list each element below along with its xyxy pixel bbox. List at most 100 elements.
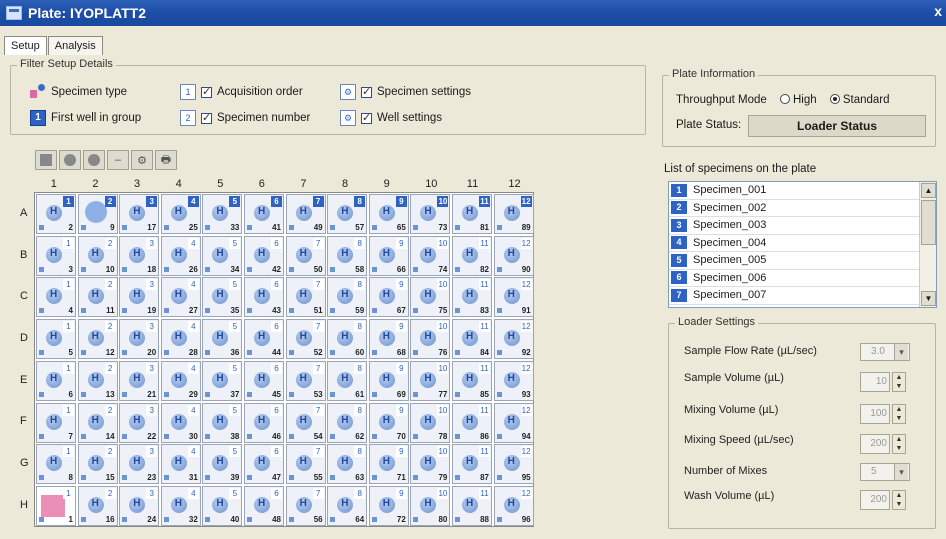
plate-well[interactable]: 2 12 xyxy=(77,319,118,360)
specimen-list-item[interactable]: 2 Specimen_002 xyxy=(669,200,936,217)
plate-well[interactable]: 5 35 xyxy=(202,277,243,318)
plate-well[interactable]: 4 30 xyxy=(160,402,201,443)
specimen-list[interactable]: 1 Specimen_001 2 Specimen_002 3 Specimen_003 4… xyxy=(668,181,937,308)
plate-well[interactable]: 5 38 xyxy=(202,402,243,443)
specimen-list-item[interactable]: 3 Specimen_003 xyxy=(669,217,936,235)
plate-well[interactable]: 8 59 xyxy=(327,277,368,318)
plate-well[interactable]: 2 16 xyxy=(77,485,118,526)
tab-analysis[interactable]: Analysis xyxy=(47,36,103,55)
plate-well[interactable]: 6 41 xyxy=(244,194,284,234)
plate-well[interactable]: 4 25 xyxy=(160,194,201,234)
plate-well[interactable]: 3 18 xyxy=(119,235,160,276)
radio-standard-control[interactable] xyxy=(829,94,840,104)
plate-well[interactable]: 8 64 xyxy=(327,485,368,526)
arrow-down-icon[interactable]: ▼ xyxy=(893,382,905,391)
plate-well[interactable]: 10 76 xyxy=(410,319,451,360)
close-icon[interactable]: x xyxy=(934,3,942,19)
plate-well[interactable]: 11 82 xyxy=(452,235,492,276)
plate-well[interactable]: 4 26 xyxy=(160,235,201,276)
scroll-up-icon[interactable]: ▲ xyxy=(921,183,936,198)
plate-well[interactable]: 11 87 xyxy=(452,444,492,485)
plate-well[interactable]: 11 85 xyxy=(452,360,492,401)
plate-well[interactable]: 13 xyxy=(36,235,76,276)
plate-well[interactable]: 12 91 xyxy=(493,277,534,318)
plate-well[interactable]: 3 19 xyxy=(119,277,160,318)
plate-well[interactable]: 10 78 xyxy=(410,402,451,443)
plate-well[interactable]: 8 58 xyxy=(327,235,368,276)
mixing-volume-stepper[interactable]: ▲ ▼ xyxy=(892,404,906,424)
plate-well[interactable]: 15 xyxy=(36,319,76,360)
plate-well[interactable]: 12 94 xyxy=(493,402,534,443)
filter-specimen-number[interactable]: 2 Specimen number xyxy=(180,110,310,126)
plate-well[interactable]: 14 xyxy=(36,277,76,318)
plate-well[interactable]: 6 48 xyxy=(244,485,284,526)
plate-well[interactable]: 8 57 xyxy=(327,194,368,234)
specimen-list-scrollbar[interactable]: ▲ ▼ xyxy=(919,182,936,307)
plate-well[interactable]: 8 60 xyxy=(327,319,368,360)
arrow-up-icon[interactable]: ▲ xyxy=(893,435,905,444)
plate-well[interactable]: 5 36 xyxy=(202,319,243,360)
plate-well[interactable]: 3 20 xyxy=(119,319,160,360)
plate-well[interactable]: 5 39 xyxy=(202,444,243,485)
filter-specimen-settings[interactable]: ⚙ Specimen settings xyxy=(340,84,471,100)
plate-well[interactable]: 12 89 xyxy=(493,194,534,234)
plate-well[interactable]: 2 15 xyxy=(77,444,118,485)
plate-well[interactable]: 9 72 xyxy=(368,485,409,526)
wash-volume-input[interactable]: 200 xyxy=(860,490,890,510)
arrow-up-icon[interactable]: ▲ xyxy=(893,405,905,414)
plate-well[interactable]: 5 40 xyxy=(202,485,243,526)
select-circle-button[interactable] xyxy=(59,150,81,170)
tab-setup[interactable]: Setup xyxy=(4,36,47,55)
specimen-settings-checkbox[interactable] xyxy=(361,85,372,98)
plate-well[interactable]: 9 67 xyxy=(368,277,409,318)
plate-well[interactable]: 16 xyxy=(36,360,76,401)
select-circle-alt-button[interactable] xyxy=(83,150,105,170)
plate-well[interactable]: 3 21 xyxy=(119,360,160,401)
plate-well[interactable]: 11 81 xyxy=(452,194,492,234)
num-mixes-select[interactable]: 5 xyxy=(860,463,910,481)
plate-well[interactable]: 12 95 xyxy=(493,444,534,485)
plate-well[interactable]: 9 66 xyxy=(368,235,409,276)
plate-well[interactable]: 6 47 xyxy=(244,444,284,485)
plate-well[interactable]: 17 xyxy=(36,402,76,443)
select-all-button[interactable] xyxy=(35,150,57,170)
plate-well[interactable]: 12 xyxy=(36,194,76,234)
plate-well[interactable]: 11 84 xyxy=(452,319,492,360)
scroll-thumb[interactable] xyxy=(921,200,936,245)
plate-well[interactable]: 10 79 xyxy=(410,444,451,485)
plate-well[interactable]: 4 27 xyxy=(160,277,201,318)
plate-well[interactable]: 8 62 xyxy=(327,402,368,443)
radio-high-control[interactable] xyxy=(780,94,790,104)
plate-well[interactable]: 12 90 xyxy=(493,235,534,276)
plate-well[interactable]: 7 52 xyxy=(285,319,326,360)
plate-well[interactable]: 5 37 xyxy=(202,360,243,401)
plate-well[interactable]: 4 29 xyxy=(160,360,201,401)
mixing-speed-stepper[interactable]: ▲ ▼ xyxy=(892,434,906,454)
plate-well[interactable]: 4 28 xyxy=(160,319,201,360)
specimen-list-item[interactable]: 7 Specimen_007 xyxy=(669,287,936,305)
specimen-list-item[interactable]: 4 Specimen_004 xyxy=(669,235,936,252)
plate-well[interactable]: 10 77 xyxy=(410,360,451,401)
scroll-down-icon[interactable]: ▼ xyxy=(921,291,936,306)
filter-well-settings[interactable]: ⚙ Well settings xyxy=(340,110,442,126)
arrow-up-icon[interactable]: ▲ xyxy=(893,491,905,500)
plate-well[interactable]: 7 49 xyxy=(285,194,326,234)
plate-well[interactable]: 8 63 xyxy=(327,444,368,485)
plate-well[interactable]: 10 75 xyxy=(410,277,451,318)
plate-well[interactable]: 2 13 xyxy=(77,360,118,401)
plate-well[interactable]: 5 34 xyxy=(202,235,243,276)
plate-well[interactable]: 9 65 xyxy=(368,194,409,234)
plate-well[interactable]: 5 33 xyxy=(202,194,243,234)
plate-well[interactable]: 6 45 xyxy=(244,360,284,401)
plate-grid[interactable]: 1229317425533641749857965107311811289132… xyxy=(34,192,534,527)
plate-well[interactable]: 8 61 xyxy=(327,360,368,401)
plate-well[interactable]: 3 22 xyxy=(119,402,160,443)
specimen-list-item[interactable]: 1 Specimen_001 xyxy=(669,182,936,200)
plate-well[interactable]: 7 54 xyxy=(285,402,326,443)
plate-well[interactable]: 3 23 xyxy=(119,444,160,485)
flow-rate-select[interactable]: 3.0 xyxy=(860,343,910,361)
plate-well[interactable]: 9 70 xyxy=(368,402,409,443)
plate-well[interactable]: 11 83 xyxy=(452,277,492,318)
plate-well[interactable]: 2 10 xyxy=(77,235,118,276)
arrow-down-icon[interactable]: ▼ xyxy=(893,444,905,453)
